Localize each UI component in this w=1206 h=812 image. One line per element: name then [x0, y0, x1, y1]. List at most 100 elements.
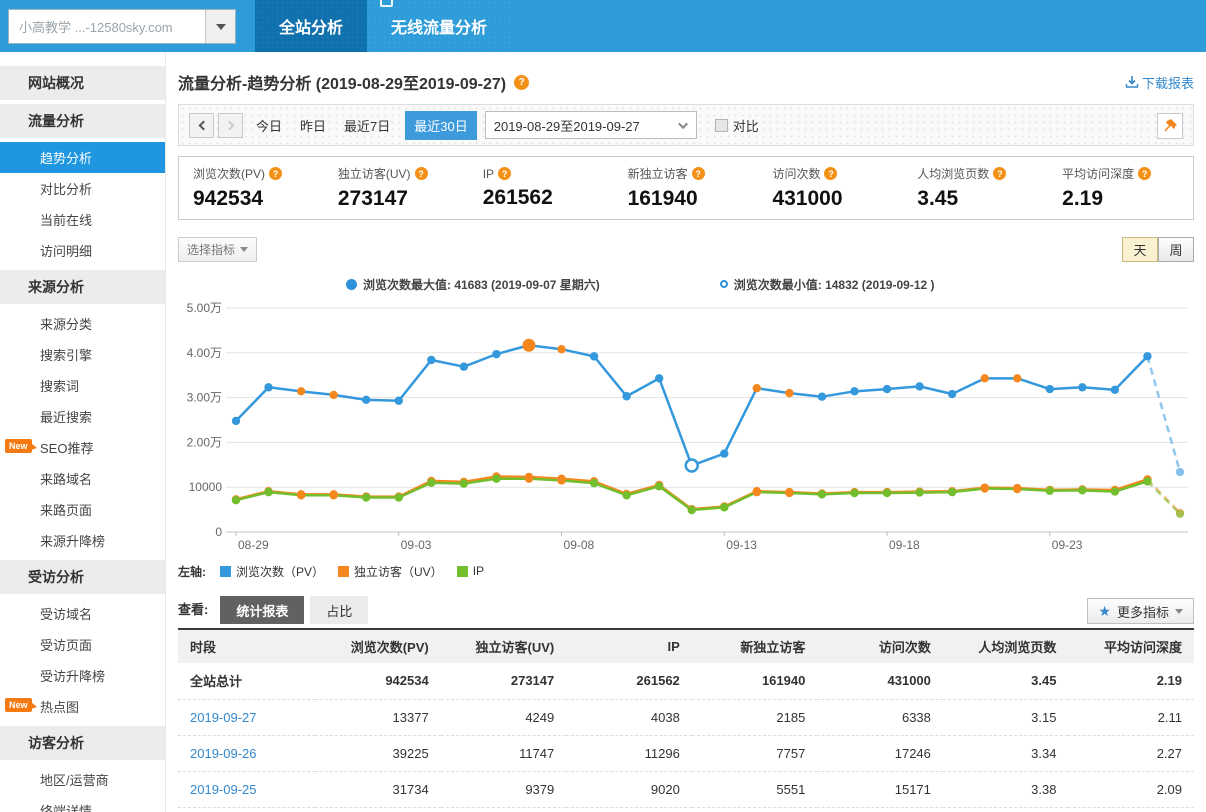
sidebar-item[interactable]: 当前在线	[0, 204, 165, 235]
caret-down-icon	[215, 23, 226, 30]
date-link-cell[interactable]: 2019-09-26	[178, 735, 316, 772]
legend-item: 独立访客（UV）	[338, 563, 443, 580]
more-metrics-button[interactable]: ★ 更多指标	[1087, 598, 1194, 624]
help-icon[interactable]: ?	[269, 167, 283, 180]
view-label: 查看:	[178, 602, 209, 617]
table-cell: 2.11	[1068, 699, 1194, 736]
view-tab[interactable]: 统计报表	[220, 596, 305, 624]
view-tab[interactable]: 占比	[310, 596, 369, 624]
date-link-cell[interactable]: 2019-09-27	[178, 699, 316, 736]
sidebar-item[interactable]: 受访升降榜	[0, 660, 165, 691]
sidebar-item[interactable]: 流量分析	[0, 104, 165, 138]
sidebar-item[interactable]: 来源升降榜	[0, 525, 165, 556]
sidebar-item[interactable]: 最近搜索	[0, 401, 165, 432]
toggle-week-button[interactable]: 周	[1158, 236, 1194, 262]
sidebar-item[interactable]: New 热点图	[0, 691, 165, 722]
table-cell: 2185	[691, 699, 818, 736]
pick-metric-button[interactable]: 选择指标	[178, 236, 258, 262]
view-bar: 查看: 统计报表 占比 ★ 更多指标	[178, 596, 1194, 624]
new-badge: New	[5, 698, 36, 712]
sidebar-item[interactable]: 来路域名	[0, 463, 165, 494]
sidebar-item[interactable]: 地区/运营商	[0, 764, 165, 795]
sidebar-item[interactable]: 网站概况	[0, 66, 165, 100]
download-report-label: 下载报表	[1141, 75, 1194, 91]
sidebar-item-label: 当前在线	[40, 213, 93, 228]
top-tab-inactive[interactable]: 无线流量分析	[367, 0, 512, 52]
quick-range-link[interactable]: 今日	[256, 116, 282, 135]
compare-checkbox[interactable]	[714, 118, 728, 132]
quick-range-links: 今日 昨日 最近7日 最近30日	[247, 110, 481, 140]
help-icon[interactable]: ?	[498, 167, 512, 180]
help-icon[interactable]: ?	[824, 167, 838, 180]
svg-text:0: 0	[215, 525, 222, 539]
quick-range-link[interactable]: 最近30日	[405, 110, 477, 140]
sidebar-item[interactable]: 来源分类	[0, 308, 165, 339]
table-cell: 942534	[315, 663, 441, 700]
svg-text:08-29: 08-29	[238, 538, 269, 552]
sidebar-item-label: 受访页面	[40, 638, 93, 653]
sidebar-item[interactable]: 访客分析	[0, 726, 165, 760]
table-row: 2019-09-26 39225 11747 11296 7757 17246 3.34 2.…	[178, 735, 1194, 772]
legend-swatch-icon	[220, 565, 231, 577]
help-icon[interactable]: ?	[691, 167, 705, 180]
table-cell: 9020	[566, 771, 692, 808]
help-icon[interactable]: ?	[514, 74, 530, 90]
sidebar-item-label: 热点图	[40, 700, 80, 715]
stats-table-header-row: 时段 浏览次数(PV) 独立访客(UV) IP 新独立访客 访问次数 人均浏览页数 平均访问深…	[178, 628, 1194, 663]
top-tab-active[interactable]: 全站分析	[255, 0, 368, 52]
table-cell: 261562	[566, 663, 692, 700]
sidebar-item-label: 受访域名	[40, 607, 93, 622]
metric-card: 新独立访客? 161940	[614, 165, 759, 211]
date-range-select[interactable]: 2019-08-29至2019-09-27	[484, 111, 697, 139]
caret-down-icon	[240, 246, 249, 252]
top-tabs: 全站分析 无线流量分析	[255, 0, 512, 52]
min-marker-icon	[719, 280, 728, 288]
svg-text:09-08: 09-08	[564, 538, 595, 552]
site-selector-arrow[interactable]	[205, 10, 235, 43]
table-cell: 6338	[817, 699, 943, 736]
table-cell: 11296	[566, 735, 692, 772]
help-icon[interactable]: ?	[414, 167, 428, 180]
sidebar-item[interactable]: 对比分析	[0, 173, 165, 204]
sidebar-item-label: 来路页面	[40, 503, 93, 518]
svg-text:09-23: 09-23	[1052, 538, 1083, 552]
sidebar-item[interactable]: 搜索词	[0, 370, 165, 401]
help-icon[interactable]: ?	[1138, 167, 1152, 180]
table-header-cell: 平均访问深度	[1068, 628, 1194, 663]
table-cell: 13377	[315, 699, 441, 736]
legend-swatch-icon	[456, 565, 468, 577]
sidebar-item[interactable]: 搜索引擎	[0, 339, 165, 370]
pushpin-icon	[1164, 119, 1177, 132]
metric-label: 独立访客(UV)?	[338, 165, 469, 182]
toggle-day-button[interactable]: 天	[1122, 236, 1158, 262]
chevron-right-icon	[224, 120, 234, 130]
download-report-link[interactable]: 下载报表	[1125, 73, 1194, 92]
help-icon[interactable]: ?	[993, 167, 1007, 180]
date-link-cell[interactable]: 2019-09-25	[178, 771, 316, 808]
sidebar-item[interactable]: 终端详情	[0, 795, 165, 812]
prev-period-button[interactable]	[189, 112, 214, 138]
sidebar-item[interactable]: 受访域名	[0, 598, 165, 629]
table-cell: 431000	[817, 663, 943, 700]
sidebar-item[interactable]: 来路页面	[0, 494, 165, 525]
sidebar-item[interactable]: New SEO推荐	[0, 432, 165, 463]
pin-button[interactable]	[1157, 113, 1183, 139]
table-cell: 3.38	[942, 771, 1069, 808]
sidebar-item-label: 受访分析	[28, 569, 84, 585]
date-range-value: 2019-08-29至2019-09-27	[493, 118, 640, 134]
site-selector-value: 小高教学 ...-12580sky.com	[19, 20, 173, 35]
next-period-button[interactable]	[218, 112, 243, 138]
site-selector[interactable]: 小高教学 ...-12580sky.com	[8, 9, 236, 44]
sidebar-item[interactable]: 访问明细	[0, 235, 165, 266]
sidebar-item[interactable]: 受访页面	[0, 629, 165, 660]
quick-range-link[interactable]: 昨日	[300, 116, 326, 135]
topbar: 小高教学 ...-12580sky.com 全站分析 无线流量分析	[0, 0, 1206, 52]
svg-text:09-03: 09-03	[401, 538, 432, 552]
sidebar-item[interactable]: 受访分析	[0, 560, 165, 594]
sidebar-item[interactable]: 趋势分析	[0, 142, 165, 173]
sidebar-item[interactable]: 来源分析	[0, 270, 165, 304]
title-row: 流量分析-趋势分析 (2019-08-29至2019-09-27) ? 下载报表	[178, 70, 1194, 94]
quick-range-link[interactable]: 最近7日	[344, 116, 390, 135]
table-cell: 15171	[817, 771, 943, 808]
table-header-cell: 新独立访客	[691, 628, 818, 663]
